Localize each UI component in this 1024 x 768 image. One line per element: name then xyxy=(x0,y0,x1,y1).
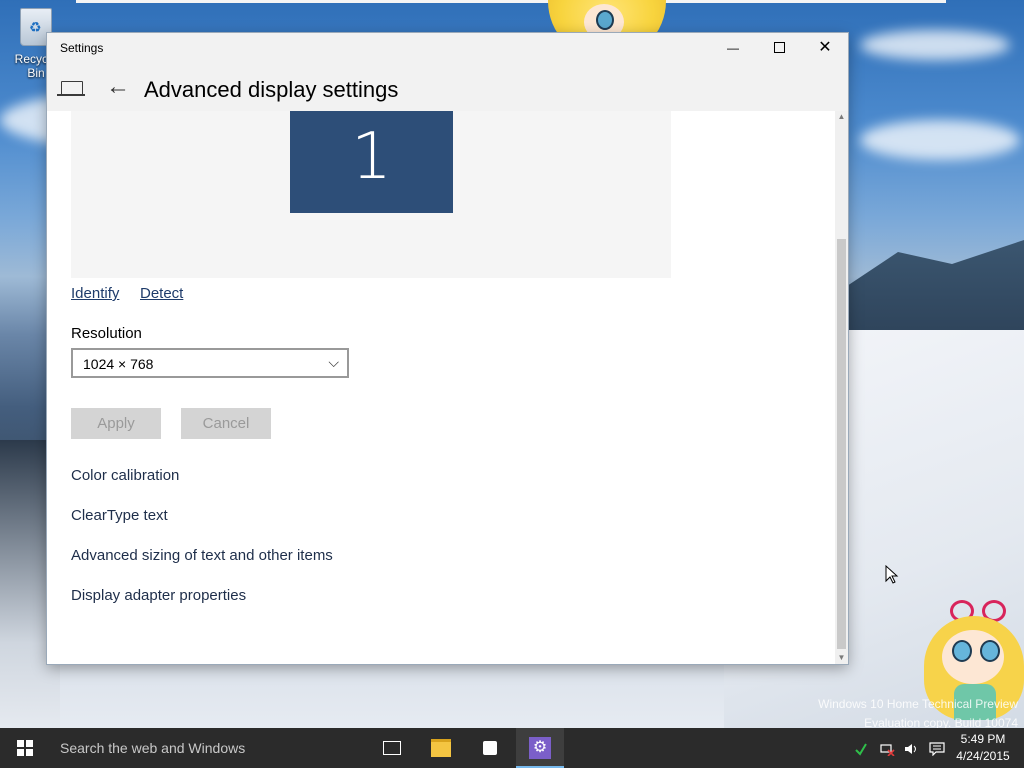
clock-date: 4/24/2015 xyxy=(956,749,1010,763)
scroll-up-icon[interactable]: ▲ xyxy=(835,111,848,123)
close-icon: ✕ xyxy=(818,39,832,56)
store-button[interactable] xyxy=(466,728,514,768)
chevron-down-icon: ⌵ xyxy=(328,354,339,370)
watermark-line-1: Windows 10 Home Technical Preview xyxy=(818,697,1018,711)
shield-check-icon[interactable] xyxy=(850,728,872,768)
monitor-tile-1[interactable]: 1 xyxy=(290,111,453,213)
display-adapter-properties-link[interactable]: Display adapter properties xyxy=(71,587,246,604)
network-disconnected-icon[interactable] xyxy=(876,728,898,768)
taskbar: Search the web and Windows ⚙ 5:49 PM 4/2… xyxy=(0,728,1024,768)
mouse-cursor-icon xyxy=(885,565,899,584)
window-title: Settings xyxy=(60,41,104,55)
resolution-value: 1024 × 768 xyxy=(83,356,154,372)
store-icon xyxy=(483,740,497,755)
start-button[interactable] xyxy=(0,728,48,768)
cleartype-text-link[interactable]: ClearType text xyxy=(71,507,168,524)
scrollbar-thumb[interactable] xyxy=(837,239,846,649)
gear-icon: ⚙ xyxy=(529,736,551,759)
task-view-button[interactable] xyxy=(368,728,416,768)
system-clock[interactable]: 5:49 PM 4/24/2015 xyxy=(950,731,1016,765)
vertical-scrollbar[interactable]: ▲ ▼ xyxy=(835,111,848,664)
resolution-dropdown[interactable]: 1024 × 768 ⌵ xyxy=(71,348,349,378)
windows-logo-icon xyxy=(17,740,33,756)
folder-icon xyxy=(431,738,451,757)
maximize-button[interactable] xyxy=(756,33,802,63)
back-arrow-icon[interactable]: ← xyxy=(106,75,130,99)
resolution-label: Resolution xyxy=(71,325,142,342)
file-explorer-button[interactable] xyxy=(417,728,465,768)
page-header: ← Advanced display settings xyxy=(47,63,848,111)
scroll-down-icon[interactable]: ▼ xyxy=(835,652,848,664)
page-title: Advanced display settings xyxy=(144,77,399,102)
settings-content: 1 Identify Detect Resolution 1024 × 768 … xyxy=(47,111,835,664)
settings-window: Settings — ✕ ← Advanced display settings… xyxy=(47,33,848,664)
action-center-icon[interactable] xyxy=(926,728,948,768)
search-placeholder: Search the web and Windows xyxy=(60,740,246,756)
minimize-icon: — xyxy=(727,41,739,55)
advanced-sizing-link[interactable]: Advanced sizing of text and other items xyxy=(71,547,333,564)
color-calibration-link[interactable]: Color calibration xyxy=(71,467,179,484)
apply-button[interactable]: Apply xyxy=(71,408,161,439)
monitor-preview-area: 1 xyxy=(71,111,671,278)
settings-taskbar-button[interactable]: ⚙ xyxy=(516,728,564,768)
laptop-icon xyxy=(57,81,85,96)
detect-link[interactable]: Detect xyxy=(140,285,183,302)
cloud xyxy=(860,120,1020,160)
maximize-icon xyxy=(773,42,785,54)
cancel-button[interactable]: Cancel xyxy=(181,408,271,439)
cloud xyxy=(860,30,1010,60)
clock-time: 5:49 PM xyxy=(960,732,1006,746)
search-box[interactable]: Search the web and Windows xyxy=(48,728,362,768)
volume-icon[interactable] xyxy=(900,728,922,768)
task-view-icon xyxy=(383,740,401,755)
close-button[interactable]: ✕ xyxy=(802,33,848,63)
title-bar[interactable]: Settings — ✕ xyxy=(47,33,848,63)
identify-link[interactable]: Identify xyxy=(71,285,119,302)
background-window-edge xyxy=(76,0,946,3)
minimize-button[interactable]: — xyxy=(710,33,756,63)
